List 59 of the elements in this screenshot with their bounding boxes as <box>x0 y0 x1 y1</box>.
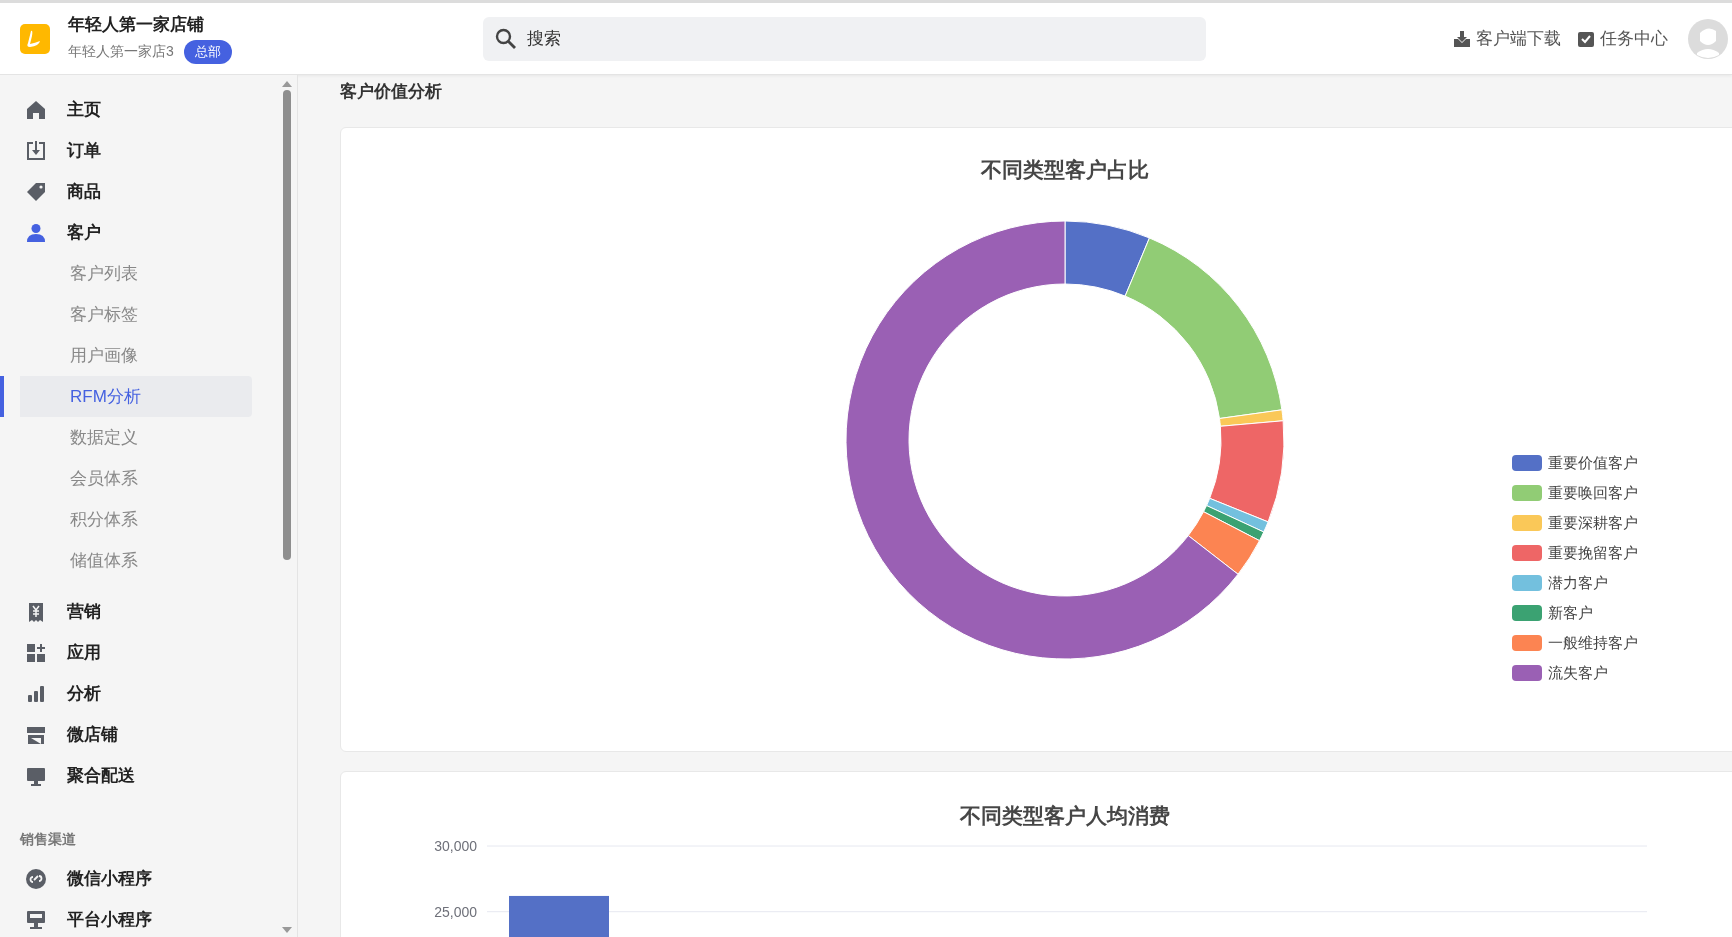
legend-swatch[interactable] <box>1512 575 1542 591</box>
kiosk-icon <box>25 908 47 931</box>
store-name: 年轻人第一家店铺 <box>68 14 205 36</box>
nav-item[interactable]: 微信小程序 <box>20 858 252 899</box>
nav-item[interactable]: 客户 <box>20 212 252 253</box>
donut-slice[interactable] <box>1203 505 1265 542</box>
download-tray-icon <box>25 139 47 162</box>
nav-item[interactable]: 订单 <box>20 130 252 171</box>
legend-swatch[interactable] <box>1512 605 1542 621</box>
task-center-link[interactable]: 任务中心 <box>1573 27 1672 50</box>
apps-grid-icon <box>25 641 47 664</box>
nav-item[interactable]: 聚合配送 <box>20 755 252 796</box>
search-field[interactable]: 搜索 <box>483 16 1206 61</box>
donut-slice[interactable] <box>845 220 1239 660</box>
donut-slice[interactable] <box>1064 220 1150 297</box>
donut-slice[interactable] <box>1187 511 1260 575</box>
tag-icon <box>25 180 47 203</box>
download-icon <box>1453 29 1471 48</box>
legend-swatch[interactable] <box>1512 485 1542 501</box>
legend-label[interactable]: 重要挽留客户 <box>1548 543 1638 563</box>
bar[interactable] <box>509 895 609 937</box>
nav-item[interactable]: 微店铺 <box>20 714 252 755</box>
nav-item[interactable]: 分析 <box>20 673 252 714</box>
legend-label[interactable]: 流失客户 <box>1548 663 1608 683</box>
link-circle-icon <box>25 867 47 890</box>
legend-swatch[interactable] <box>1512 545 1542 561</box>
legend-label[interactable]: 潜力客户 <box>1548 573 1608 593</box>
donut-slice[interactable] <box>1209 420 1285 523</box>
legend-swatch[interactable] <box>1512 455 1542 471</box>
chart-title: 不同类型客户人均消费 <box>959 803 1171 829</box>
headquarters-badge: 总部 <box>183 40 232 64</box>
nav-item[interactable]: 营销 <box>20 591 252 632</box>
nav-item[interactable]: 平台小程序 <box>20 899 252 937</box>
legend-label[interactable]: 重要价值客户 <box>1548 453 1638 473</box>
nav-subitem[interactable]: RFM分析 <box>0 376 252 417</box>
chart-title: 不同类型客户占比 <box>980 157 1150 183</box>
nav-item[interactable]: 应用 <box>20 632 252 673</box>
y-axis-label: 25,000 <box>434 903 477 920</box>
download-client-link[interactable]: 客户端下载 <box>1449 27 1565 50</box>
legend-swatch[interactable] <box>1512 635 1542 651</box>
legend-label[interactable]: 重要唤回客户 <box>1548 483 1638 503</box>
person-icon <box>25 221 47 244</box>
legend-swatch[interactable] <box>1512 515 1542 531</box>
section-heading: 销售渠道 <box>20 830 77 849</box>
nav-item[interactable]: 商品 <box>20 171 252 212</box>
legend-swatch[interactable] <box>1512 665 1542 681</box>
donut-slice[interactable] <box>1219 409 1284 427</box>
nav-item[interactable]: 主页 <box>20 89 252 130</box>
home-icon <box>25 98 47 121</box>
donut-slice[interactable] <box>1206 497 1269 533</box>
legend-label[interactable]: 一般维持客户 <box>1548 633 1638 653</box>
page-title: 客户价值分析 <box>340 81 443 103</box>
legend-label[interactable]: 新客户 <box>1548 603 1593 623</box>
donut-slice[interactable] <box>1124 237 1283 419</box>
y-axis-label: 30,000 <box>434 838 477 854</box>
branch-name[interactable]: 年轻人第一家店3 <box>68 43 174 61</box>
legend-label[interactable]: 重要深耕客户 <box>1548 513 1638 533</box>
clipboard-check-icon <box>1577 29 1595 48</box>
logo-icon <box>20 23 50 54</box>
